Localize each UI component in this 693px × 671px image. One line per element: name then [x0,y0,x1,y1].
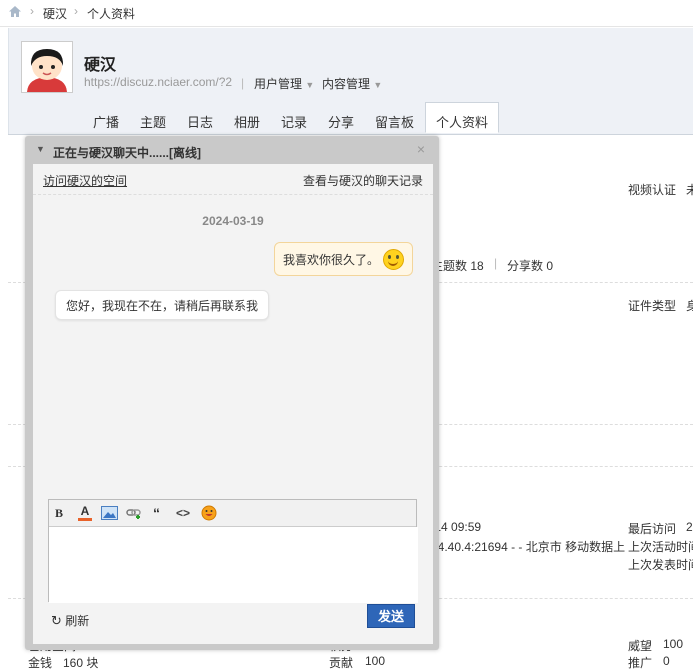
message-input[interactable] [49,527,418,603]
caret-down-icon: ▼ [373,80,383,90]
chat-title-bar[interactable]: ▼ 正在与硬汉聊天中......[离线] × [25,136,439,164]
last-visit-value: 2 [686,520,693,534]
last-activity-label: 上次活动时间 [628,540,693,554]
tab-album[interactable]: 相册 [234,112,260,131]
emoji-icon[interactable] [201,505,217,521]
message-received: 您好，我现在不在，请稍后再联系我 [55,290,270,320]
message-text: 我喜欢你很久了。 [282,252,379,267]
video-auth-value: 未 [686,183,693,197]
caret-down-icon: ▼ [305,80,315,90]
prestige-value: 100 [663,637,684,651]
avatar[interactable] [21,41,73,93]
profile-name: 硬汉 [84,57,117,74]
link-icon[interactable] [126,505,144,521]
id-type-label: 证件类型 [628,299,677,313]
breadcrumb: › 硬汉 › 个人资料 [0,0,693,27]
promotion-label: 推广 [628,656,653,670]
profile-tabs: 广播 主题 日志 相册 记录 分享 留言板 个人资料 [8,102,693,135]
content-manage-menu[interactable]: 内容管理 ▼ [322,75,382,92]
bold-button[interactable]: B [55,505,63,521]
last-visit-label: 最后访问 [628,522,677,536]
refresh-icon: ↻ [51,613,62,628]
divider: | [494,256,498,270]
chat-window: ▼ 正在与硬汉聊天中......[离线] × 访问硬汉的空间 查看与硬汉的聊天记… [25,136,439,650]
contribution-label: 贡献 [329,656,354,670]
breadcrumb-user[interactable]: 硬汉 [43,5,67,22]
message-editor: B A “ <> [48,499,418,603]
tab-guestbook[interactable]: 留言板 [375,112,414,131]
send-button[interactable]: 发送 [367,604,415,628]
refresh-button[interactable]: ↻ 刷新 [51,612,89,629]
video-auth-label: 视频认证 [628,183,677,197]
smile-emoji-icon [383,248,404,270]
chat-date: 2024-03-19 [202,214,264,228]
editor-toolbar: B A “ <> [49,500,416,527]
money-label: 金钱 [28,656,53,670]
collapse-icon[interactable]: ▼ [36,144,45,154]
visit-space-link[interactable]: 访问硬汉的空间 [43,172,127,189]
chat-body: 访问硬汉的空间 查看与硬汉的聊天记录 2024-03-19 我喜欢你很久了。 您… [33,164,433,644]
font-color-button[interactable]: A [78,505,92,521]
divider: | [241,76,245,90]
divider [33,194,433,195]
code-button[interactable]: <> [176,505,190,521]
breadcrumb-page: 个人资料 [87,7,136,21]
avatar-image [22,42,72,92]
tab-share[interactable]: 分享 [328,112,354,131]
user-manage-menu[interactable]: 用户管理 ▼ [254,75,314,92]
profile-url[interactable]: https://discuz.nciaer.com/?2 [84,75,232,89]
refresh-label: 刷新 [65,614,90,628]
message-text: 您好，我现在不在，请稍后再联系我 [66,298,259,313]
tab-blog[interactable]: 日志 [187,112,213,131]
money-value: 160 块 [63,656,99,670]
message-sent: 我喜欢你很久了。 [273,242,413,276]
tab-broadcast[interactable]: 广播 [93,112,119,131]
prestige-label: 威望 [628,639,653,653]
chevron-right-icon: › [30,4,34,18]
chevron-right-icon: › [74,4,78,18]
home-icon[interactable] [8,5,22,18]
share-count[interactable]: 分享数 0 [507,257,553,274]
tab-profile[interactable]: 个人资料 [425,102,500,133]
chat-title: 正在与硬汉聊天中......[离线] [53,146,201,160]
tab-threads[interactable]: 主题 [140,112,166,131]
view-history-link[interactable]: 查看与硬汉的聊天记录 [303,172,423,189]
image-icon[interactable] [101,505,118,521]
content-manage-label: 内容管理 [322,77,371,91]
id-type-value: 身 [686,299,693,313]
quote-button[interactable]: “ [153,505,160,521]
close-icon[interactable]: × [417,141,425,157]
tab-records[interactable]: 记录 [281,112,307,131]
last-post-label: 上次发表时间 [628,558,693,572]
ip-fragment: 04.40.4:21694 - - 北京市 移动数据上 [431,540,626,554]
user-manage-label: 用户管理 [254,77,303,91]
